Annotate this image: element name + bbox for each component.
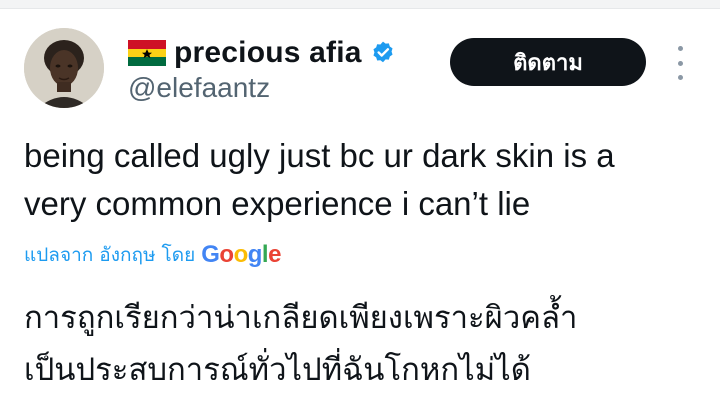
- translated-line: เป็นประสบการณ์ทั่วไปที่ฉันโกหกไม่ได้: [24, 352, 531, 388]
- top-divider: [0, 0, 720, 9]
- google-letter: o: [219, 241, 234, 268]
- translated-text: การถูกเรียกว่าน่าเกลียดเพียงเพราะผิวคล้ำ…: [24, 292, 704, 396]
- google-letter: g: [247, 241, 263, 268]
- author-name-row: precious afia: [128, 36, 396, 70]
- google-letter: o: [233, 241, 249, 268]
- google-letter: G: [201, 241, 220, 268]
- author-display-name[interactable]: precious afia: [174, 36, 362, 70]
- more-vertical-icon[interactable]: [670, 46, 690, 80]
- translate-link[interactable]: แปลจาก อังกฤษ โดย: [24, 240, 195, 270]
- translated-line: การถูกเรียกว่าน่าเกลียดเพียงเพราะผิวคล้ำ: [24, 300, 578, 336]
- author-avatar[interactable]: [24, 28, 104, 108]
- google-letter: e: [268, 241, 281, 268]
- google-logo: Google: [201, 241, 281, 269]
- tweet-line: very common experience i can’t lie: [24, 185, 531, 222]
- more-dot: [677, 46, 683, 51]
- ghana-flag-icon: [128, 40, 166, 66]
- more-dot: [677, 60, 683, 66]
- author-handle[interactable]: @elefaantz: [128, 72, 270, 104]
- follow-button[interactable]: ติดตาม: [450, 38, 646, 86]
- tweet-line: being called ugly just bc ur dark skin i…: [24, 137, 615, 174]
- translation-attribution: แปลจาก อังกฤษ โดย Google: [24, 240, 281, 270]
- more-dot: [677, 75, 683, 80]
- verified-badge-icon: [370, 40, 396, 66]
- tweet-text: being called ugly just bc ur dark skin i…: [24, 132, 694, 228]
- avatar-portrait: [24, 28, 104, 108]
